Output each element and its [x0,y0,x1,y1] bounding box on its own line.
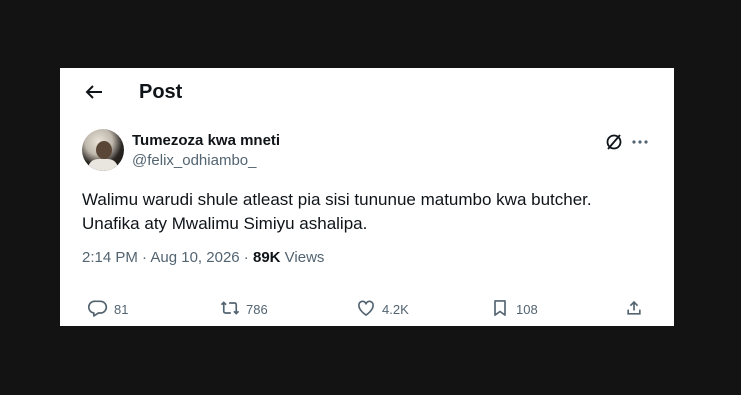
reply-count: 81 [114,301,129,317]
action-bar: 81 786 4.2K 108 [60,296,674,322]
grok-icon[interactable] [604,132,624,152]
views-label: Views [280,249,325,266]
tweet-line: Walimu warudi shule atleast pia sisi tun… [82,190,592,209]
share-icon [624,298,644,321]
post-header: Post [60,68,674,116]
author-handle[interactable]: @felix_odhiambo_ [132,152,256,170]
repost-button[interactable]: 786 [220,296,268,322]
share-button[interactable] [624,296,644,322]
repost-icon [220,298,240,321]
tweet-text: Walimu warudi shule atleast pia sisi tun… [82,188,657,236]
arrow-left-icon[interactable] [82,80,106,104]
tweet-time[interactable]: 2:14 PM [82,249,138,266]
tweet-line: Unafika aty Mwalimu Simiyu ashalipa. [82,214,368,233]
post-card: Post Tumezoza kwa mneti @felix_odhiambo_… [60,68,674,326]
like-count: 4.2K [382,301,409,317]
bookmark-icon [490,298,510,321]
reply-button[interactable]: 81 [88,296,128,322]
reply-icon [88,298,108,321]
bookmark-count: 108 [516,301,538,317]
like-icon [356,298,376,321]
like-button[interactable]: 4.2K [356,296,409,322]
views-count: 89K [252,249,281,266]
meta-separator: · [137,249,151,266]
more-icon[interactable] [630,132,650,152]
page-title: Post [139,81,183,103]
meta-separator: · [239,249,253,266]
bookmark-button[interactable]: 108 [490,296,538,322]
avatar[interactable] [82,129,124,171]
author-display-name[interactable]: Tumezoza kwa mneti [132,132,280,150]
tweet-date[interactable]: Aug 10, 2026 [150,249,239,266]
repost-count: 786 [246,301,268,317]
tweet-meta: 2:14 PM · Aug 10, 2026 · 89K Views [82,248,324,268]
